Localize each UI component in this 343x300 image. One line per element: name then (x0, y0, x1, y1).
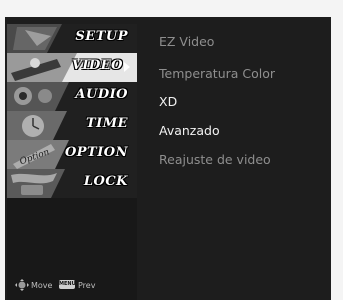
move-label: Move (31, 281, 53, 290)
triangle-right-icon (124, 62, 130, 72)
tab-setup-label: SETUP (75, 29, 128, 44)
tab-lock-label: LOCK (83, 174, 128, 189)
four-way-arrow-icon (15, 279, 29, 291)
tab-setup[interactable]: SETUP (7, 24, 137, 53)
tab-video[interactable]: VIDEO (7, 53, 137, 82)
video-submenu: EZ Video Temperatura Color XD Avanzado R… (148, 24, 331, 300)
tab-video-label: VIDEO (71, 58, 123, 73)
menu-item-xd[interactable]: XD (159, 94, 177, 109)
tab-time[interactable]: TIME (7, 111, 137, 140)
menu-item-temperatura-color[interactable]: Temperatura Color (159, 66, 275, 81)
tab-option-label: OPTION (64, 145, 128, 160)
menu-key-icon: MENU (59, 280, 76, 289)
menu-item-reajuste-de-video[interactable]: Reajuste de video (159, 152, 271, 167)
menu-item-avanzado[interactable]: Avanzado (159, 123, 220, 138)
tab-option[interactable]: Option OPTION (7, 140, 137, 169)
tab-lock[interactable]: LOCK (7, 169, 137, 198)
menu-item-ez-video[interactable]: EZ Video (159, 34, 214, 49)
sidebar: SETUP VIDEO AUDIO TIME Option OPTION LOC… (7, 24, 137, 300)
prev-label: Prev (78, 281, 96, 290)
tab-time-label: TIME (85, 116, 128, 131)
tab-audio[interactable]: AUDIO (7, 82, 137, 111)
tab-audio-label: AUDIO (75, 87, 128, 102)
